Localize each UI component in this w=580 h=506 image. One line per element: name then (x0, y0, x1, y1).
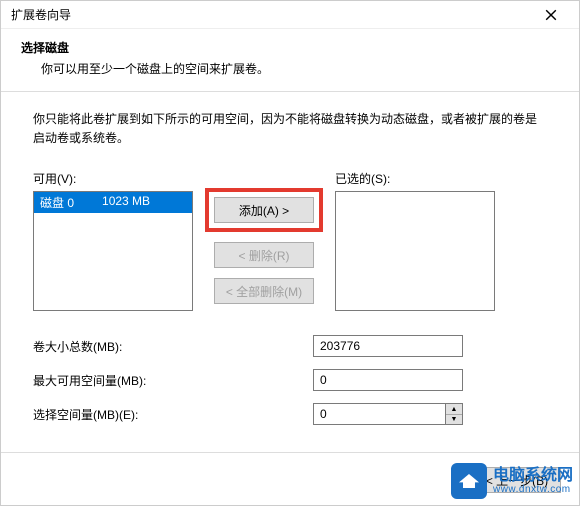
select-size-field[interactable] (313, 403, 445, 425)
select-size-label: 选择空间量(MB)(E): (33, 406, 313, 423)
total-size-row: 卷大小总数(MB): (33, 335, 547, 357)
list-item[interactable]: 磁盘 0 1023 MB (34, 192, 192, 213)
footer-buttons: < 上一步(B) (1, 467, 579, 493)
highlight-box: 添加(A) > (205, 188, 323, 232)
available-listbox[interactable]: 磁盘 0 1023 MB (33, 191, 193, 311)
max-size-field (313, 369, 463, 391)
header-area: 选择磁盘 你可以用至少一个磁盘上的空间来扩展卷。 (1, 29, 579, 92)
available-column: 可用(V): 磁盘 0 1023 MB (33, 170, 193, 311)
description-text: 你只能将此卷扩展到如下所示的可用空间，因为不能将磁盘转换为动态磁盘，或者被扩展的… (33, 110, 547, 148)
total-size-label: 卷大小总数(MB): (33, 338, 313, 355)
spin-up-button[interactable]: ▲ (446, 404, 462, 415)
available-label: 可用(V): (33, 170, 193, 187)
transfer-buttons: 添加(A) > < 删除(R) < 全部删除(M) (205, 188, 323, 304)
remove-all-button[interactable]: < 全部删除(M) (214, 278, 314, 304)
disk-lists-row: 可用(V): 磁盘 0 1023 MB 添加(A) > < 删除(R) < 全部… (33, 170, 547, 311)
spin-down-button[interactable]: ▼ (446, 415, 462, 425)
titlebar: 扩展卷向导 (1, 1, 579, 29)
page-heading: 选择磁盘 (21, 39, 559, 56)
disk-size: 1023 MB (102, 194, 150, 211)
window-title: 扩展卷向导 (11, 6, 71, 23)
max-size-label: 最大可用空间量(MB): (33, 372, 313, 389)
page-subheading: 你可以用至少一个磁盘上的空间来扩展卷。 (21, 60, 559, 77)
add-button[interactable]: 添加(A) > (214, 197, 314, 223)
select-size-row: 选择空间量(MB)(E): ▲ ▼ (33, 403, 547, 425)
back-button[interactable]: < 上一步(B) (473, 467, 561, 493)
spin-buttons: ▲ ▼ (445, 403, 463, 425)
size-form: 卷大小总数(MB): 最大可用空间量(MB): 选择空间量(MB)(E): ▲ … (33, 335, 547, 425)
wizard-window: 扩展卷向导 选择磁盘 你可以用至少一个磁盘上的空间来扩展卷。 你只能将此卷扩展到… (0, 0, 580, 506)
remove-button[interactable]: < 删除(R) (214, 242, 314, 268)
total-size-field (313, 335, 463, 357)
close-button[interactable] (531, 2, 571, 28)
footer-separator (1, 452, 579, 453)
select-size-spinner: ▲ ▼ (313, 403, 463, 425)
close-icon (545, 9, 557, 21)
selected-label: 已选的(S): (335, 170, 495, 187)
selected-column: 已选的(S): (335, 170, 495, 311)
disk-name: 磁盘 0 (40, 194, 74, 211)
selected-listbox[interactable] (335, 191, 495, 311)
content-area: 你只能将此卷扩展到如下所示的可用空间，因为不能将磁盘转换为动态磁盘，或者被扩展的… (1, 92, 579, 447)
max-size-row: 最大可用空间量(MB): (33, 369, 547, 391)
